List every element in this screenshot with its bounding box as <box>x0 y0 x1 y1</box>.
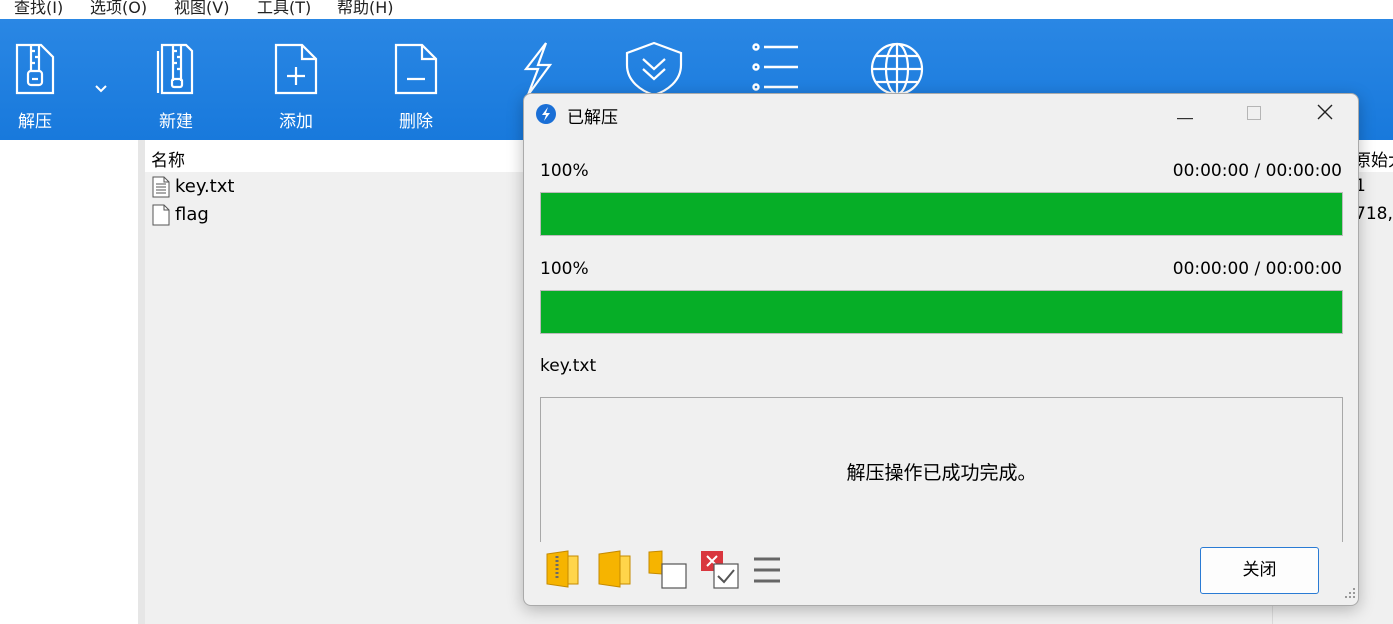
globe-icon <box>869 41 925 101</box>
progress-fill <box>541 193 1342 235</box>
text-file-icon <box>152 176 170 202</box>
panel-splitter[interactable] <box>138 140 145 624</box>
menu-bar: 查找(I) 选项(O) 视图(V) 工具(T) 帮助(H) <box>0 0 1393 19</box>
app-logo-icon <box>536 104 556 128</box>
file-progress-percent: 100% <box>540 259 589 279</box>
dialog-title-bar[interactable]: 已解压 <box>524 94 1358 134</box>
chevron-down-icon[interactable] <box>93 79 109 98</box>
column-header-original-size[interactable]: 原始大 <box>1354 146 1393 171</box>
file-name: flag <box>175 204 209 225</box>
delete-label: 删除 <box>399 112 433 132</box>
add-label: 添加 <box>279 112 313 132</box>
menu-find[interactable]: 查找(I) <box>14 0 63 18</box>
close-icon <box>1317 104 1333 124</box>
file-name: key.txt <box>175 176 235 197</box>
close-window-button[interactable] <box>1295 94 1355 134</box>
select-toggle-icon[interactable] <box>700 550 740 594</box>
maximize-icon <box>1247 105 1261 124</box>
file-size: 718,4 <box>1355 204 1393 224</box>
list-icon <box>750 41 802 101</box>
zip-folder-icon[interactable] <box>546 550 580 592</box>
close-button[interactable]: 关闭 <box>1200 547 1319 594</box>
delete-button[interactable]: 删除 <box>371 19 461 140</box>
file-progress-time: 00:00:00 / 00:00:00 <box>1172 259 1342 279</box>
new-label: 新建 <box>159 112 193 132</box>
resize-grip-icon[interactable] <box>1344 584 1356 603</box>
menu-icon[interactable] <box>753 556 781 588</box>
file-icon <box>152 204 170 230</box>
folder-tree-panel[interactable] <box>0 140 138 624</box>
delete-file-icon <box>392 41 440 101</box>
zip-archive-icon <box>11 41 59 101</box>
extract-complete-dialog: 已解压 100% 00:00:00 / 00:00:00 100% 00:00:… <box>523 93 1359 606</box>
minimize-button[interactable] <box>1155 94 1215 134</box>
shield-icon <box>623 41 685 101</box>
overall-progress-time: 00:00:00 / 00:00:00 <box>1172 161 1342 181</box>
progress-fill <box>541 291 1342 333</box>
overall-progress-percent: 100% <box>540 161 589 181</box>
open-folder-icon[interactable] <box>598 550 632 592</box>
menu-view[interactable]: 视图(V) <box>174 0 229 18</box>
add-button[interactable]: 添加 <box>251 19 341 140</box>
menu-tools[interactable]: 工具(T) <box>257 0 311 18</box>
overall-progress-bar <box>540 192 1343 236</box>
new-button[interactable]: 新建 <box>131 19 221 140</box>
result-message-box: 解压操作已成功完成。 <box>540 397 1343 542</box>
result-message: 解压操作已成功完成。 <box>846 462 1037 484</box>
add-file-icon <box>272 41 320 101</box>
maximize-button <box>1224 94 1284 134</box>
lightning-icon <box>512 41 560 101</box>
file-progress-bar <box>540 290 1343 334</box>
menu-options[interactable]: 选项(O) <box>90 0 147 18</box>
menu-help[interactable]: 帮助(H) <box>337 0 394 18</box>
dialog-title: 已解压 <box>567 108 618 128</box>
new-archive-icon <box>152 41 200 101</box>
copy-icon[interactable] <box>648 550 688 594</box>
current-file-name: key.txt <box>540 356 597 376</box>
extract-label: 解压 <box>18 112 52 132</box>
column-header-name[interactable]: 名称 <box>151 146 185 171</box>
extract-button[interactable]: 解压 <box>0 19 80 140</box>
minimize-icon <box>1177 105 1193 124</box>
